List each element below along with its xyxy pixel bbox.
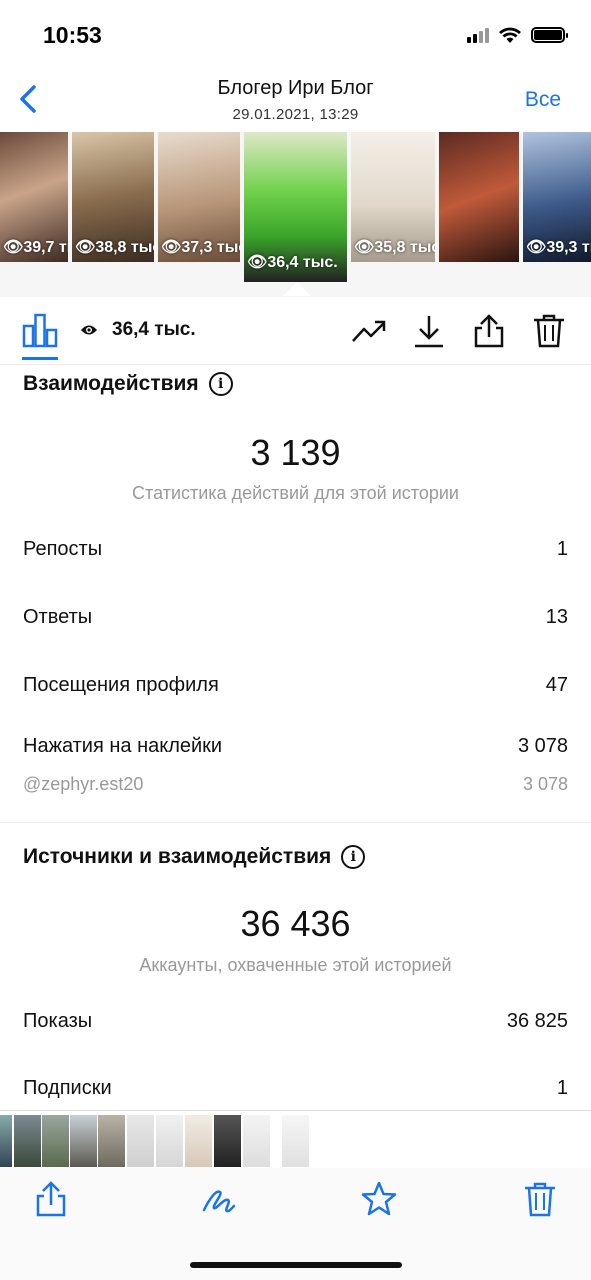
eye-icon: 👁 bbox=[526, 239, 547, 256]
stat-row: Подписки 1 bbox=[23, 1077, 568, 1100]
stat-row: Репосты 1 bbox=[23, 538, 568, 561]
interactions-caption: Статистика действий для этой истории bbox=[132, 483, 459, 503]
photo-film-strip[interactable] bbox=[0, 1110, 591, 1168]
eye-icon: 👁 bbox=[161, 239, 182, 256]
story-views: 👁39,3 тыс. bbox=[526, 239, 591, 256]
film-thumbnail[interactable] bbox=[243, 1115, 270, 1167]
favorite-star-icon[interactable] bbox=[360, 1180, 398, 1218]
trend-icon[interactable] bbox=[351, 313, 387, 349]
story-thumbnail[interactable]: 👁38,8 тыс. bbox=[72, 132, 154, 262]
eye-icon: 👁 bbox=[247, 254, 268, 271]
share-icon[interactable] bbox=[32, 1180, 70, 1218]
story-views: 👁39,7 тыс. bbox=[3, 239, 68, 256]
story-thumbnail-active[interactable]: 👁36,4 тыс. bbox=[244, 132, 347, 282]
eye-icon: 👁 bbox=[75, 239, 96, 256]
eye-icon bbox=[81, 325, 97, 335]
markup-icon[interactable] bbox=[200, 1180, 238, 1218]
info-icon[interactable]: i bbox=[341, 845, 366, 869]
story-thumbnail-strip[interactable]: 👁39,7 тыс. 👁38,8 тыс. 👁37,3 тыс. 👁36,4 т… bbox=[0, 132, 591, 297]
stat-row: Ответы 13 bbox=[23, 606, 568, 629]
story-thumbnail[interactable]: 👁39,3 тыс. bbox=[523, 132, 591, 262]
stat-value: 47 bbox=[545, 674, 568, 696]
nav-title: Блогер Ири Блог bbox=[217, 77, 374, 99]
sticker-sub-row: @zephyr.est20 3 078 bbox=[23, 774, 568, 795]
film-thumbnail[interactable] bbox=[0, 1115, 12, 1167]
story-views: 👁35,8 тыс. bbox=[354, 239, 435, 256]
stat-label: Репосты bbox=[23, 538, 103, 560]
status-icons bbox=[467, 26, 568, 44]
story-thumbnail[interactable] bbox=[439, 132, 519, 262]
film-thumbnail[interactable] bbox=[127, 1115, 154, 1167]
stat-label: Показы bbox=[23, 1010, 93, 1032]
film-thumbnail[interactable] bbox=[98, 1115, 125, 1167]
trash-icon[interactable] bbox=[521, 1180, 559, 1218]
film-thumbnail[interactable] bbox=[156, 1115, 183, 1167]
info-icon[interactable]: i bbox=[208, 372, 233, 396]
stat-value: 1 bbox=[556, 1077, 568, 1099]
wifi-icon bbox=[499, 27, 521, 43]
interactions-total: 3 139 bbox=[250, 432, 341, 473]
download-icon[interactable] bbox=[411, 313, 447, 349]
active-tab-indicator bbox=[22, 357, 58, 360]
nav-bar: Блогер Ири Блог 29.01.2021, 13:29 Все bbox=[0, 70, 591, 132]
sources-heading: Источники и взаимодействия i bbox=[23, 845, 366, 869]
eye-icon: 👁 bbox=[354, 239, 375, 256]
views-summary: 36,4 тыс. bbox=[80, 319, 196, 341]
bar-chart-icon[interactable] bbox=[22, 312, 58, 348]
views-count: 36,4 тыс. bbox=[112, 319, 196, 340]
interactions-title: Взаимодействия bbox=[23, 372, 199, 395]
bottom-action-bar bbox=[0, 1168, 591, 1280]
stat-value: 3 078 bbox=[517, 735, 568, 757]
sources-caption: Аккаунты, охваченные этой историей bbox=[139, 955, 452, 975]
sources-title: Источники и взаимодействия bbox=[23, 845, 332, 868]
story-views: 👁36,4 тыс. bbox=[247, 254, 338, 271]
story-thumbnail[interactable]: 👁37,3 тыс. bbox=[158, 132, 240, 262]
signal-icon bbox=[467, 27, 489, 43]
story-thumbnail[interactable]: 👁39,7 тыс. bbox=[0, 132, 68, 262]
home-indicator bbox=[190, 1262, 402, 1268]
stat-value: 1 bbox=[556, 538, 568, 560]
battery-icon bbox=[531, 27, 568, 43]
story-views: 👁38,8 тыс. bbox=[75, 239, 154, 256]
stat-row: Нажатия на наклейки 3 078 bbox=[23, 735, 568, 758]
stat-label: Подписки bbox=[23, 1077, 112, 1099]
status-time: 10:53 bbox=[43, 22, 102, 48]
sticker-handle: @zephyr.est20 bbox=[23, 774, 144, 794]
stat-row: Посещения профиля 47 bbox=[23, 674, 568, 697]
nav-date: 29.01.2021, 13:29 bbox=[232, 106, 359, 123]
stat-value: 13 bbox=[545, 606, 568, 628]
stat-value: 36 825 bbox=[506, 1010, 568, 1032]
film-thumbnail[interactable] bbox=[14, 1115, 41, 1167]
film-thumbnail[interactable] bbox=[282, 1115, 309, 1167]
story-toolbar: 36,4 тыс. bbox=[0, 297, 591, 365]
stat-label: Посещения профиля bbox=[23, 674, 219, 696]
share-icon[interactable] bbox=[471, 313, 507, 349]
interactions-heading: Взаимодействия i bbox=[23, 372, 233, 396]
stat-row: Показы 36 825 bbox=[23, 1010, 568, 1033]
status-bar: 10:53 bbox=[0, 0, 591, 70]
film-thumbnail[interactable] bbox=[185, 1115, 212, 1167]
sticker-value: 3 078 bbox=[522, 774, 568, 794]
film-thumbnail[interactable] bbox=[214, 1115, 241, 1167]
all-button[interactable]: Все bbox=[525, 88, 561, 112]
eye-icon: 👁 bbox=[3, 239, 24, 256]
film-thumbnail[interactable] bbox=[70, 1115, 97, 1167]
sources-total: 36 436 bbox=[240, 903, 351, 944]
selection-caret bbox=[283, 282, 311, 296]
toolbar-actions bbox=[351, 313, 567, 349]
stat-label: Нажатия на наклейки bbox=[23, 735, 223, 757]
story-thumbnail[interactable]: 👁35,8 тыс. bbox=[351, 132, 435, 262]
section-divider bbox=[0, 822, 591, 823]
film-thumbnail[interactable] bbox=[42, 1115, 69, 1167]
stat-label: Ответы bbox=[23, 606, 93, 628]
trash-icon[interactable] bbox=[531, 313, 567, 349]
story-views: 👁37,3 тыс. bbox=[161, 239, 240, 256]
